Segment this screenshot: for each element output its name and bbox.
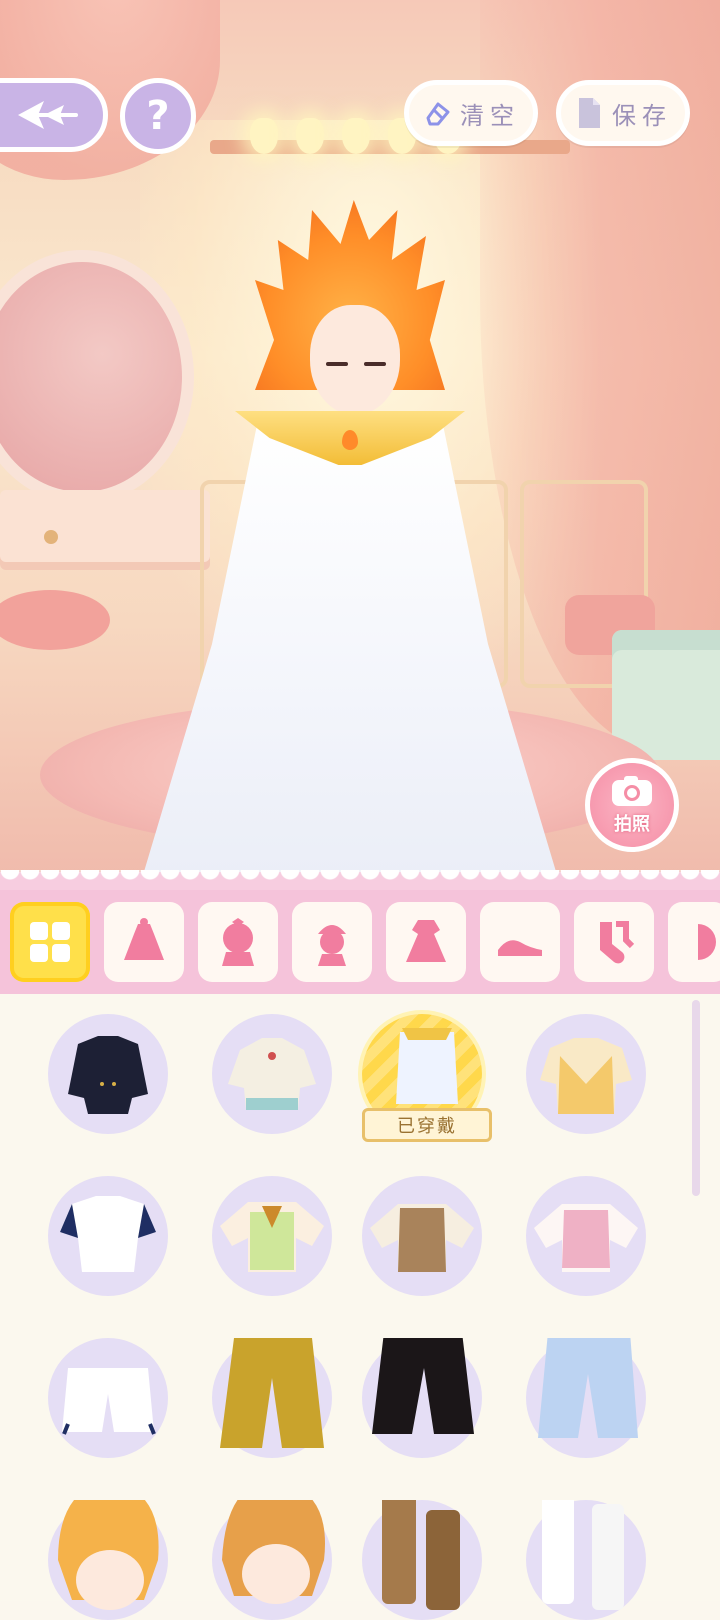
hat-bust-icon (318, 925, 346, 966)
item-blonde-hair[interactable] (212, 1500, 332, 1620)
item-black-shorts[interactable] (362, 1338, 482, 1458)
socks-item-icon (542, 1500, 624, 1610)
shoes-icon (498, 940, 542, 956)
shorts-icon (62, 1368, 156, 1435)
item-blue-shorts[interactable] (526, 1338, 646, 1458)
eraser-icon (426, 102, 450, 126)
mustard-shorts-icon (220, 1338, 324, 1448)
vest-icon (540, 1038, 632, 1114)
worn-badge: 已穿戴 (362, 1108, 492, 1142)
dress-set-icon (124, 918, 164, 960)
help-button[interactable]: ? (120, 78, 196, 154)
item-black-jacket[interactable] (48, 1014, 168, 1134)
document-icon (579, 98, 600, 128)
item-orange-hair[interactable] (48, 1500, 168, 1620)
stool (0, 590, 110, 650)
clear-label: 清空 (460, 101, 520, 130)
plaid-shirt-icon (220, 1202, 324, 1272)
category-more[interactable] (668, 902, 720, 982)
boots-icon (382, 1500, 460, 1610)
back-arrow-icon (18, 101, 78, 129)
pink-vest-icon (534, 1204, 638, 1272)
blue-shorts-icon (538, 1338, 638, 1438)
item-cream-blouse[interactable] (212, 1014, 332, 1134)
item-brown-vest-shirt[interactable] (362, 1176, 482, 1296)
save-button[interactable]: 保存 (556, 80, 690, 146)
bulb-icon (296, 118, 324, 154)
item-white-shorts[interactable] (48, 1338, 168, 1458)
grid-icon (30, 922, 70, 962)
item-scrollbar[interactable] (692, 1000, 700, 1196)
camera-icon (612, 776, 652, 806)
dress-icon (406, 920, 446, 962)
tshirt-icon (60, 1196, 156, 1272)
closed-eye (364, 362, 386, 366)
character-avatar[interactable] (120, 190, 580, 890)
question-icon: ? (146, 93, 170, 139)
category-all[interactable] (10, 902, 90, 982)
back-button[interactable] (0, 78, 108, 152)
character-face (310, 305, 400, 415)
item-mustard-shorts[interactable] (212, 1338, 332, 1458)
blouse-icon (228, 1038, 316, 1110)
item-white-navy-tshirt[interactable] (48, 1176, 168, 1296)
bulb-icon (250, 118, 278, 154)
dressup-stage: ? 清空 保存 拍照 (0, 0, 720, 890)
photo-button[interactable]: 拍照 (585, 758, 679, 852)
item-green-plaid-shirt[interactable] (212, 1176, 332, 1296)
category-accessory[interactable] (292, 902, 372, 982)
category-socks[interactable] (574, 902, 654, 982)
category-shoes[interactable] (480, 902, 560, 982)
drawer-knob (44, 530, 58, 544)
scallop-edge (0, 870, 720, 886)
photo-label: 拍照 (614, 814, 650, 835)
save-label: 保存 (612, 101, 672, 130)
socks-icon (600, 921, 635, 964)
collar-gem (342, 430, 358, 450)
white-cape (120, 420, 580, 890)
item-white-socks[interactable] (526, 1500, 646, 1620)
closed-eye (326, 362, 348, 366)
clear-button[interactable]: 清空 (404, 80, 538, 146)
category-hair[interactable] (198, 902, 278, 982)
partial-icon (698, 924, 716, 960)
black-shorts-icon (372, 1338, 474, 1434)
hair-icon (58, 1500, 159, 1610)
head-icon (222, 918, 254, 966)
jacket-icon (68, 1036, 148, 1114)
blonde-hair-icon (222, 1500, 325, 1604)
item-pink-vest-shirt[interactable] (526, 1176, 646, 1296)
brown-vest-icon (370, 1204, 474, 1272)
item-brown-boots[interactable] (362, 1500, 482, 1620)
category-dress[interactable] (386, 902, 466, 982)
gift-box (612, 630, 720, 760)
bulb-icon (342, 118, 370, 154)
item-yellow-argyle-vest[interactable] (526, 1014, 646, 1134)
category-outfit-set[interactable] (104, 902, 184, 982)
